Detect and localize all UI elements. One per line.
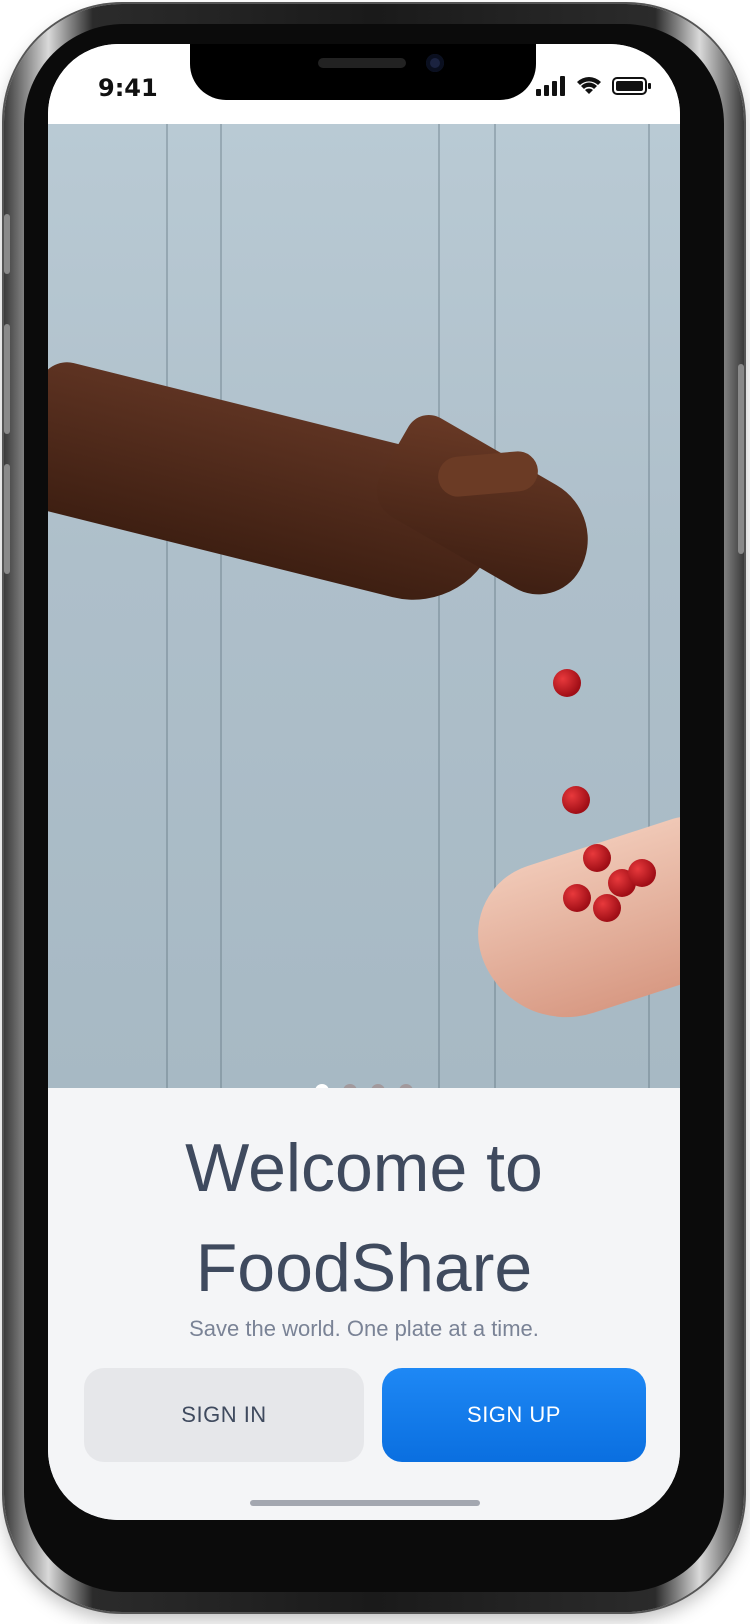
sign-up-button[interactable]: SIGN UP (382, 1368, 646, 1462)
speaker-grille (318, 58, 406, 68)
power-button (738, 364, 744, 554)
cherry (583, 844, 611, 872)
wood-plank-line (166, 124, 168, 1088)
carousel-dot-3[interactable] (371, 1084, 385, 1088)
welcome-title-line2: FoodShare (195, 1230, 533, 1306)
carousel-dot-4[interactable] (399, 1084, 413, 1088)
signal-icon (536, 76, 565, 96)
notch (190, 44, 536, 100)
sign-in-button[interactable]: SIGN IN (84, 1368, 364, 1462)
cherry (553, 669, 581, 697)
status-icons (536, 74, 652, 98)
hero-image[interactable] (48, 124, 680, 1088)
cherry (562, 786, 590, 814)
wifi-icon (577, 77, 601, 94)
mute-switch (4, 214, 10, 274)
cherry (593, 894, 621, 922)
receiving-hand (459, 807, 680, 1041)
app-screen: 9:41 Welcome to FoodShare Save the world… (48, 44, 680, 1520)
status-time: 9:41 (98, 74, 158, 102)
welcome-title: Welcome to FoodShare (48, 1118, 680, 1318)
wood-plank-line (220, 124, 222, 1088)
welcome-panel: Welcome to FoodShare Save the world. One… (48, 1088, 680, 1520)
volume-down-button (4, 464, 10, 574)
cherry (628, 859, 656, 887)
welcome-subtitle: Save the world. One plate at a time. (189, 1316, 539, 1341)
welcome-title-line1: Welcome to (185, 1130, 543, 1206)
volume-up-button (4, 324, 10, 434)
cherry (563, 884, 591, 912)
carousel-dots (48, 1084, 680, 1088)
carousel-dot-1[interactable] (315, 1084, 329, 1088)
battery-icon (612, 77, 651, 95)
carousel-dot-2[interactable] (343, 1084, 357, 1088)
wood-plank-line (438, 124, 440, 1088)
front-camera (426, 54, 444, 72)
home-indicator[interactable] (250, 1500, 480, 1506)
